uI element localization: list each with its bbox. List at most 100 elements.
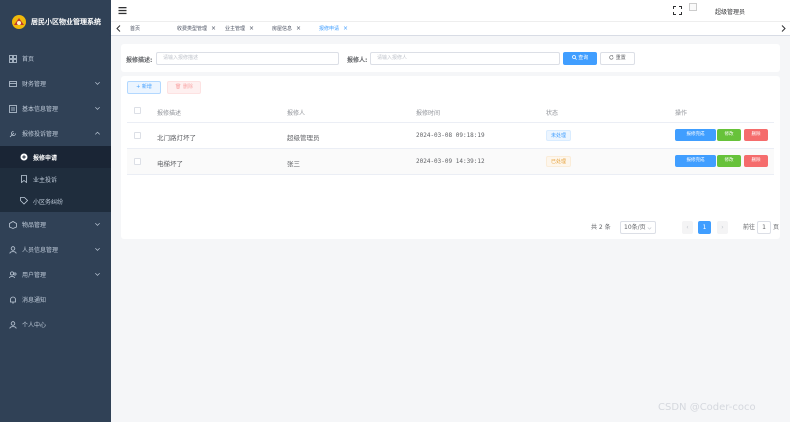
cell-desc: 电梯坏了 bbox=[157, 160, 183, 168]
tag-icon bbox=[20, 197, 28, 205]
person-icon bbox=[9, 320, 17, 329]
avatar[interactable] bbox=[689, 3, 697, 11]
prev-page-button[interactable]: ‹ bbox=[682, 221, 693, 234]
chevron-down-icon bbox=[647, 227, 652, 230]
close-icon[interactable]: × bbox=[249, 25, 254, 32]
col-actions: 操作 bbox=[675, 110, 688, 117]
reset-button[interactable]: 重置 bbox=[600, 52, 635, 65]
fullscreen-icon[interactable] bbox=[673, 6, 682, 15]
sidebar-item-owner-complaint[interactable]: 业主投诉 bbox=[0, 168, 111, 190]
sidebar-item-label: 首页 bbox=[22, 56, 35, 63]
complete-repair-button[interactable]: 报修完成 bbox=[675, 155, 716, 167]
cell-time: 2024-03-09 14:39:12 bbox=[416, 158, 485, 165]
page-size-select[interactable]: 10条/页 bbox=[620, 221, 656, 234]
sidebar-item-repair-complaint[interactable]: 报修投诉管理 bbox=[0, 121, 111, 146]
trash-icon: 🗑 bbox=[175, 84, 182, 90]
table-card: + 新增 🗑 删除 报修描述 报修人 报修时间 状态 操作 北门路灯坏了 超级管… bbox=[121, 76, 780, 239]
close-icon[interactable]: × bbox=[343, 25, 348, 32]
tag-owner[interactable]: 业主管理 × bbox=[225, 24, 254, 34]
plus-icon: + bbox=[136, 84, 141, 90]
username[interactable]: 超级管理员 bbox=[715, 7, 745, 16]
desc-input[interactable]: 请输入报修描述 bbox=[156, 52, 339, 65]
chevron-down-icon bbox=[95, 222, 100, 226]
close-icon[interactable]: × bbox=[296, 25, 301, 32]
finance-icon bbox=[9, 80, 17, 88]
row-checkbox[interactable] bbox=[134, 158, 141, 165]
sidebar: 居民小区物业管理系统 首页 财务管理 基本信息管理 报修投诉管理 报修申请 业主… bbox=[0, 0, 111, 422]
sidebar-item-label: 财务管理 bbox=[22, 81, 47, 88]
sidebar-item-label: 人员信息管理 bbox=[22, 247, 59, 254]
cell-desc: 北门路灯坏了 bbox=[157, 134, 196, 142]
sidebar-item-messages[interactable]: 消息通知 bbox=[0, 287, 111, 312]
col-status: 状态 bbox=[546, 110, 559, 117]
sidebar-item-repair-request[interactable]: 报修申请 bbox=[0, 146, 111, 168]
tag-repair-request[interactable]: 报修申请 × bbox=[319, 24, 348, 34]
main-content: 报修描述: 请输入报修描述 报修人: 请输入报修人 查询 重置 + 新增 🗑 删… bbox=[111, 36, 790, 422]
page-suffix: 页 bbox=[773, 224, 780, 231]
logo-icon bbox=[12, 15, 26, 29]
sidebar-item-dashboard[interactable]: 首页 bbox=[0, 46, 111, 71]
plus-circle-icon bbox=[20, 153, 28, 161]
chevron-down-icon bbox=[95, 81, 100, 85]
people-icon bbox=[9, 245, 17, 254]
sidebar-item-label: 报修申请 bbox=[33, 154, 58, 162]
hamburger-icon[interactable] bbox=[118, 6, 127, 15]
goto-label: 前往 bbox=[743, 224, 756, 231]
bell-icon bbox=[9, 296, 17, 304]
query-button[interactable]: 查询 bbox=[563, 52, 597, 65]
batch-delete-button[interactable]: 🗑 删除 bbox=[167, 81, 201, 94]
submenu-repair-complaint: 报修申请 业主投诉 小区务纠纷 bbox=[0, 146, 111, 212]
watermark: CSDN @Coder-coco bbox=[658, 402, 756, 413]
dashboard-icon bbox=[9, 54, 17, 63]
edit-button[interactable]: 修改 bbox=[717, 155, 741, 167]
sidebar-item-basic-info[interactable]: 基本信息管理 bbox=[0, 96, 111, 121]
search-form: 报修描述: 请输入报修描述 报修人: 请输入报修人 查询 重置 bbox=[121, 44, 780, 72]
sidebar-item-label: 物品管理 bbox=[22, 222, 47, 229]
sidebar-item-label: 基本信息管理 bbox=[22, 106, 59, 113]
cell-person: 张三 bbox=[287, 160, 300, 168]
delete-button[interactable]: 删除 bbox=[744, 155, 768, 167]
delete-button[interactable]: 删除 bbox=[744, 129, 768, 141]
sidebar-item-label: 用户管理 bbox=[22, 272, 47, 279]
row-checkbox[interactable] bbox=[134, 132, 141, 139]
chevron-left-icon[interactable] bbox=[114, 24, 123, 33]
sidebar-item-dispute[interactable]: 小区务纠纷 bbox=[0, 190, 111, 212]
goto-page-input[interactable]: 1 bbox=[757, 221, 771, 234]
sidebar-item-profile[interactable]: 个人中心 bbox=[0, 312, 111, 337]
page-1-button[interactable]: 1 bbox=[698, 221, 711, 234]
close-icon[interactable]: × bbox=[211, 25, 216, 32]
refresh-icon bbox=[609, 54, 614, 59]
complete-repair-button[interactable]: 报修完成 bbox=[675, 129, 716, 141]
search-icon bbox=[571, 54, 577, 60]
sidebar-item-people[interactable]: 人员信息管理 bbox=[0, 237, 111, 262]
status-badge: 未处理 bbox=[546, 130, 572, 141]
sidebar-item-goods[interactable]: 物品管理 bbox=[0, 212, 111, 237]
chevron-right-icon[interactable] bbox=[779, 24, 788, 33]
cell-person: 超级管理员 bbox=[287, 134, 320, 142]
tag-house[interactable]: 房屋信息 × bbox=[272, 24, 301, 34]
brand-title: 居民小区物业管理系统 bbox=[31, 18, 101, 26]
sidebar-item-users[interactable]: 用户管理 bbox=[0, 262, 111, 287]
table-row: 电梯坏了 张三 2024-03-09 14:39:12 已处理 报修完成 修改 … bbox=[127, 149, 774, 175]
repair-icon bbox=[9, 130, 17, 138]
sidebar-item-finance[interactable]: 财务管理 bbox=[0, 71, 111, 96]
tag-home[interactable]: 首页 bbox=[130, 24, 140, 34]
select-all-checkbox[interactable] bbox=[134, 107, 141, 114]
table-row: 北门路灯坏了 超级管理员 2024-03-08 09:18:19 未处理 报修完… bbox=[127, 123, 774, 149]
table-header: 报修描述 报修人 报修时间 状态 操作 bbox=[127, 99, 774, 123]
add-button[interactable]: + 新增 bbox=[127, 81, 161, 94]
goods-icon bbox=[9, 220, 17, 229]
person-label: 报修人: bbox=[347, 57, 368, 64]
cell-time: 2024-03-08 09:18:19 bbox=[416, 132, 485, 139]
bookmark-icon bbox=[20, 175, 28, 183]
sidebar-item-label: 业主投诉 bbox=[33, 176, 58, 184]
chevron-down-icon bbox=[95, 247, 100, 251]
tag-fee-type[interactable]: 收费类型管理 × bbox=[177, 24, 216, 34]
edit-button[interactable]: 修改 bbox=[717, 129, 741, 141]
next-page-button[interactable]: › bbox=[717, 221, 728, 234]
chevron-up-icon bbox=[95, 131, 100, 135]
sidebar-item-label: 报修投诉管理 bbox=[22, 131, 59, 138]
tags-view: 首页 收费类型管理 × 业主管理 × 房屋信息 × 报修申请 × bbox=[111, 22, 790, 36]
person-input[interactable]: 请输入报修人 bbox=[370, 52, 560, 65]
sidebar-item-label: 消息通知 bbox=[22, 297, 47, 304]
